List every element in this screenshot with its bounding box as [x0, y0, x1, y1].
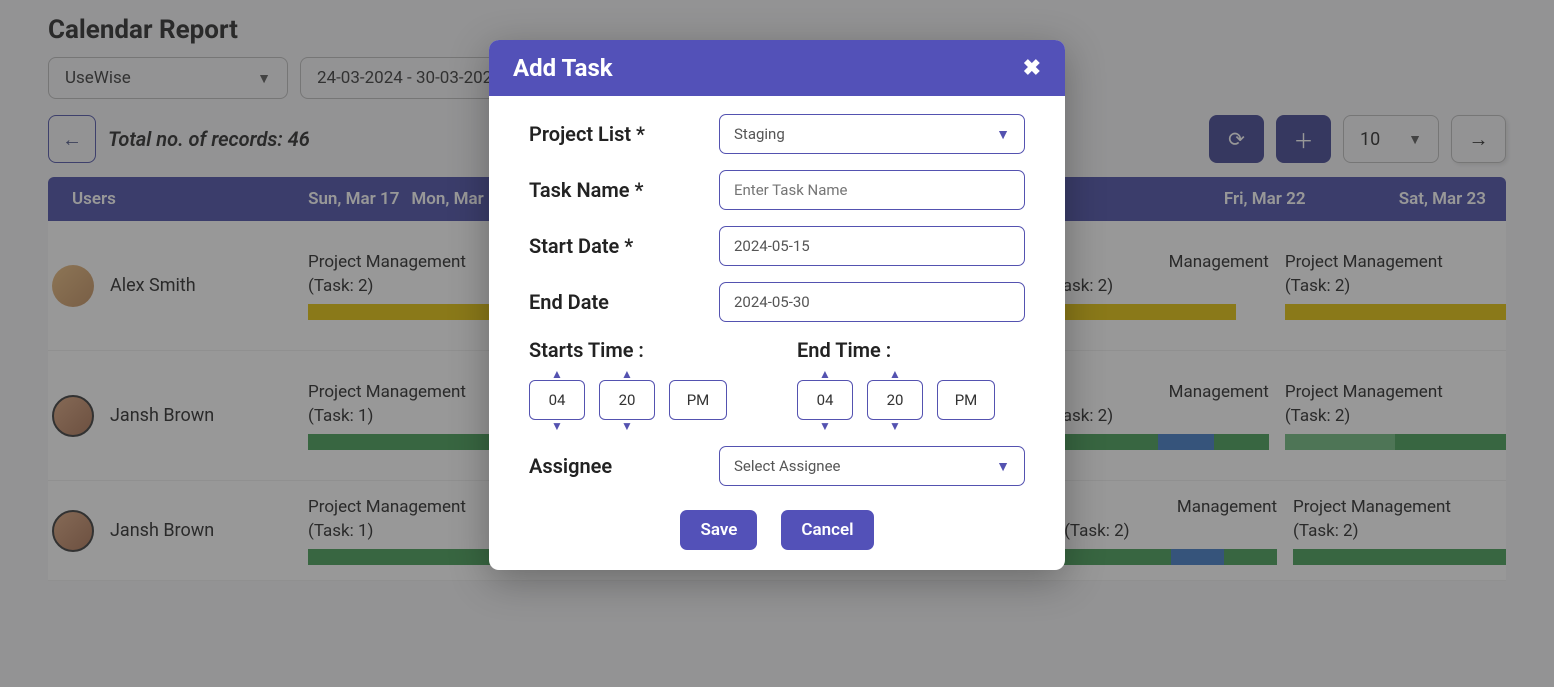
chevron-up-icon[interactable]: ▲ [551, 368, 563, 380]
close-button[interactable]: ✖ [1023, 56, 1041, 81]
end-time-label: End Time : [797, 338, 1025, 362]
assignee-select[interactable]: Select Assignee ▼ [719, 446, 1025, 486]
end-minute-input[interactable]: 20 [867, 380, 923, 420]
end-hour-input[interactable]: 04 [797, 380, 853, 420]
task-name-input[interactable] [719, 170, 1025, 210]
chevron-down-icon[interactable]: ▼ [621, 420, 633, 432]
start-minute-input[interactable]: 20 [599, 380, 655, 420]
assignee-label: Assignee [529, 454, 709, 478]
chevron-up-icon[interactable]: ▲ [889, 368, 901, 380]
project-list-select[interactable]: Staging ▼ [719, 114, 1025, 154]
task-name-label: Task Name * [529, 178, 709, 202]
chevron-down-icon: ▼ [996, 126, 1010, 143]
close-icon: ✖ [1023, 56, 1041, 81]
start-hour-input[interactable]: 04 [529, 380, 585, 420]
chevron-down-icon[interactable]: ▼ [819, 420, 831, 432]
save-button[interactable]: Save [680, 510, 757, 550]
modal-overlay: Add Task ✖ Project List * Staging ▼ Task… [0, 0, 1554, 687]
start-time-label: Starts Time : [529, 338, 757, 362]
end-ampm-toggle[interactable]: PM [937, 380, 995, 420]
start-date-input[interactable] [719, 226, 1025, 266]
chevron-up-icon[interactable]: ▲ [621, 368, 633, 380]
start-date-label: Start Date * [529, 234, 709, 258]
chevron-up-icon[interactable]: ▲ [819, 368, 831, 380]
chevron-down-icon[interactable]: ▼ [889, 420, 901, 432]
start-ampm-toggle[interactable]: PM [669, 380, 727, 420]
chevron-down-icon[interactable]: ▼ [551, 420, 563, 432]
end-date-input[interactable] [719, 282, 1025, 322]
project-list-label: Project List * [529, 122, 709, 146]
chevron-down-icon: ▼ [996, 458, 1010, 475]
assignee-placeholder: Select Assignee [734, 457, 840, 475]
cancel-button[interactable]: Cancel [781, 510, 873, 550]
modal-title: Add Task [513, 54, 613, 82]
end-date-label: End Date [529, 290, 709, 314]
project-list-value: Staging [734, 125, 785, 143]
add-task-modal: Add Task ✖ Project List * Staging ▼ Task… [489, 40, 1065, 570]
